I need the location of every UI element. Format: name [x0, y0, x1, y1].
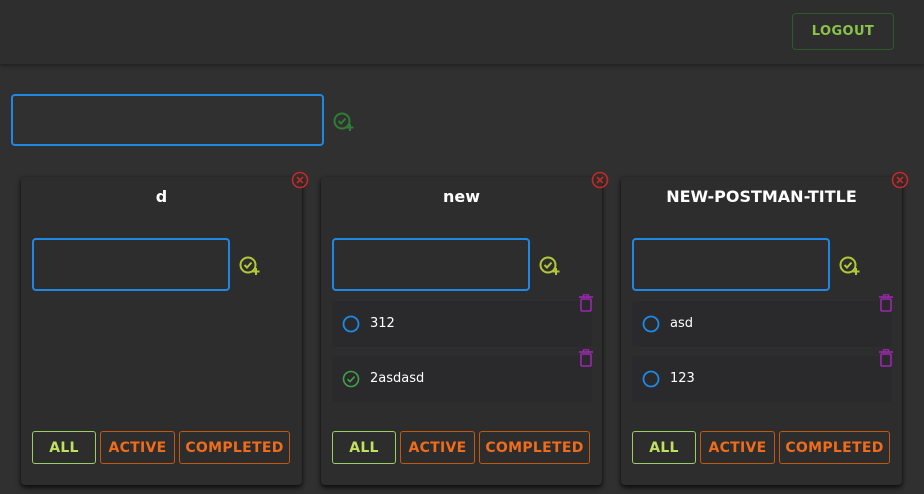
- filter-active-button[interactable]: ACTIVE: [400, 431, 475, 464]
- card-title: new: [442, 187, 481, 206]
- task-item: 312: [332, 294, 593, 347]
- new-task-input[interactable]: [632, 238, 830, 291]
- delete-task-icon[interactable]: [578, 294, 594, 312]
- task-unchecked-icon[interactable]: [642, 370, 660, 388]
- delete-task-icon[interactable]: [578, 349, 594, 367]
- card-title: NEW-POSTMAN-TITLE: [666, 187, 857, 206]
- todo-list-card: d ALL ACTIVE COMPLETED: [21, 171, 309, 485]
- filter-completed-button[interactable]: COMPLETED: [179, 431, 290, 464]
- new-task-input[interactable]: [32, 238, 230, 291]
- filter-active-button[interactable]: ACTIVE: [700, 431, 775, 464]
- task-text: asd: [670, 316, 693, 331]
- task-text: 2asdasd: [370, 371, 425, 386]
- filter-all-button[interactable]: ALL: [632, 431, 696, 464]
- delete-task-icon[interactable]: [878, 294, 894, 312]
- card-title: d: [155, 187, 168, 206]
- filter-all-button[interactable]: ALL: [32, 431, 96, 464]
- add-task-icon[interactable]: [538, 254, 560, 276]
- todo-list-card: NEW-POSTMAN-TITLE asd 123 ALL ACTIVE COM…: [621, 171, 909, 485]
- filter-completed-button[interactable]: COMPLETED: [779, 431, 890, 464]
- add-task-icon[interactable]: [238, 254, 260, 276]
- filter-all-button[interactable]: ALL: [332, 431, 396, 464]
- new-task-input[interactable]: [332, 238, 530, 291]
- delete-task-icon[interactable]: [878, 349, 894, 367]
- add-task-icon[interactable]: [838, 254, 860, 276]
- task-item: asd: [632, 294, 893, 347]
- new-list-input[interactable]: [11, 94, 324, 146]
- add-list-icon[interactable]: [332, 110, 354, 132]
- task-item: 2asdasd: [332, 349, 593, 402]
- filter-completed-button[interactable]: COMPLETED: [479, 431, 590, 464]
- task-text: 312: [370, 316, 395, 331]
- task-text: 123: [670, 371, 695, 386]
- task-unchecked-icon[interactable]: [642, 315, 660, 333]
- task-unchecked-icon[interactable]: [342, 315, 360, 333]
- filter-active-button[interactable]: ACTIVE: [100, 431, 175, 464]
- task-item: 123: [632, 349, 893, 402]
- todo-list-card: new 312 2asdasd ALL ACTIVE COMPLETED: [321, 171, 609, 485]
- task-checked-icon[interactable]: [342, 370, 360, 388]
- logout-button[interactable]: LOGOUT: [792, 13, 894, 50]
- app-bar: LOGOUT: [0, 0, 924, 64]
